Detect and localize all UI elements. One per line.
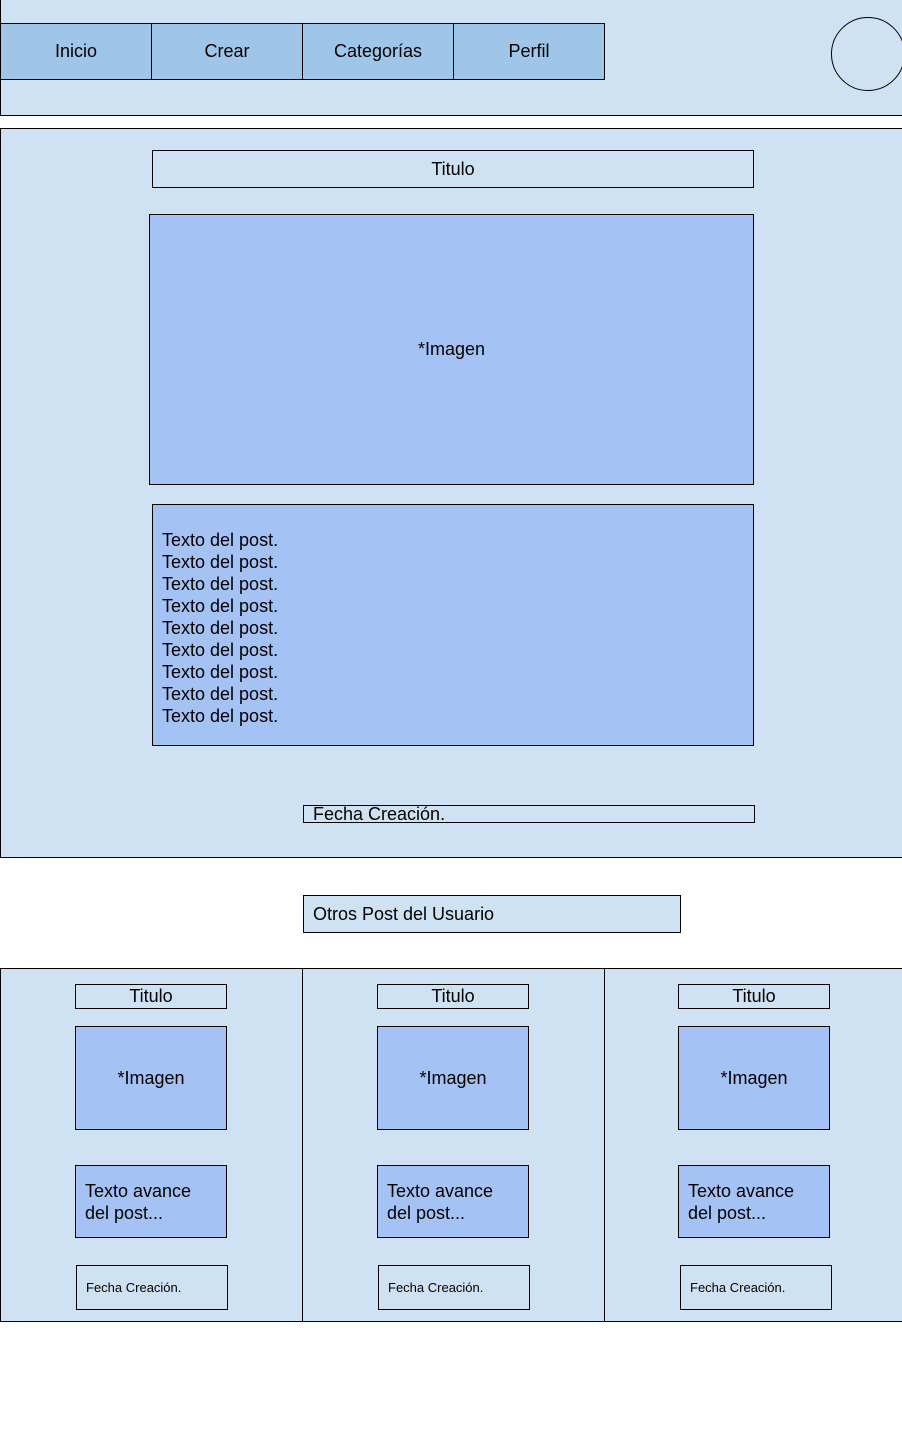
post-text-line: Texto del post. xyxy=(162,662,279,682)
post-date: Fecha Creación. xyxy=(303,805,755,823)
card-image[interactable]: *Imagen xyxy=(678,1026,830,1130)
card-text: Texto avance del post... xyxy=(377,1165,529,1238)
nav-button-categorias[interactable]: Categorías xyxy=(302,23,454,80)
card-title[interactable]: Titulo xyxy=(678,984,830,1009)
card-text-line: del post... xyxy=(85,1203,164,1223)
post-image: *Imagen xyxy=(149,214,754,485)
card-date: Fecha Creación. xyxy=(378,1265,530,1310)
card-title[interactable]: Titulo xyxy=(75,984,227,1009)
post-text-line: Texto del post. xyxy=(162,684,279,704)
card-date: Fecha Creación. xyxy=(680,1265,832,1310)
post-text-line: Texto del post. xyxy=(162,596,279,616)
post-text-line: Texto del post. xyxy=(162,552,279,572)
other-posts-heading: Otros Post del Usuario xyxy=(303,895,681,933)
card-text-line: Texto avance xyxy=(688,1181,795,1201)
card-text-line: Texto avance xyxy=(387,1181,494,1201)
post-text-line: Texto del post. xyxy=(162,530,279,550)
nav-button-inicio[interactable]: Inicio xyxy=(0,23,152,80)
post-title: Titulo xyxy=(152,150,754,188)
card-image[interactable]: *Imagen xyxy=(377,1026,529,1130)
card-text: Texto avance del post... xyxy=(75,1165,227,1238)
card-text-line: Texto avance xyxy=(85,1181,192,1201)
card-date: Fecha Creación. xyxy=(76,1265,228,1310)
card-text-line: del post... xyxy=(688,1203,767,1223)
card-title[interactable]: Titulo xyxy=(377,984,529,1009)
nav-button-crear[interactable]: Crear xyxy=(151,23,303,80)
post-text-line: Texto del post. xyxy=(162,640,279,660)
post-text-line: Texto del post. xyxy=(162,706,279,726)
avatar[interactable] xyxy=(831,17,902,91)
card-image[interactable]: *Imagen xyxy=(75,1026,227,1130)
post-text: Texto del post. Texto del post. Texto de… xyxy=(152,504,754,746)
card-text: Texto avance del post... xyxy=(678,1165,830,1238)
post-text-line: Texto del post. xyxy=(162,574,279,594)
card-text-line: del post... xyxy=(387,1203,466,1223)
post-text-line: Texto del post. xyxy=(162,618,279,638)
nav-button-perfil[interactable]: Perfil xyxy=(453,23,605,80)
